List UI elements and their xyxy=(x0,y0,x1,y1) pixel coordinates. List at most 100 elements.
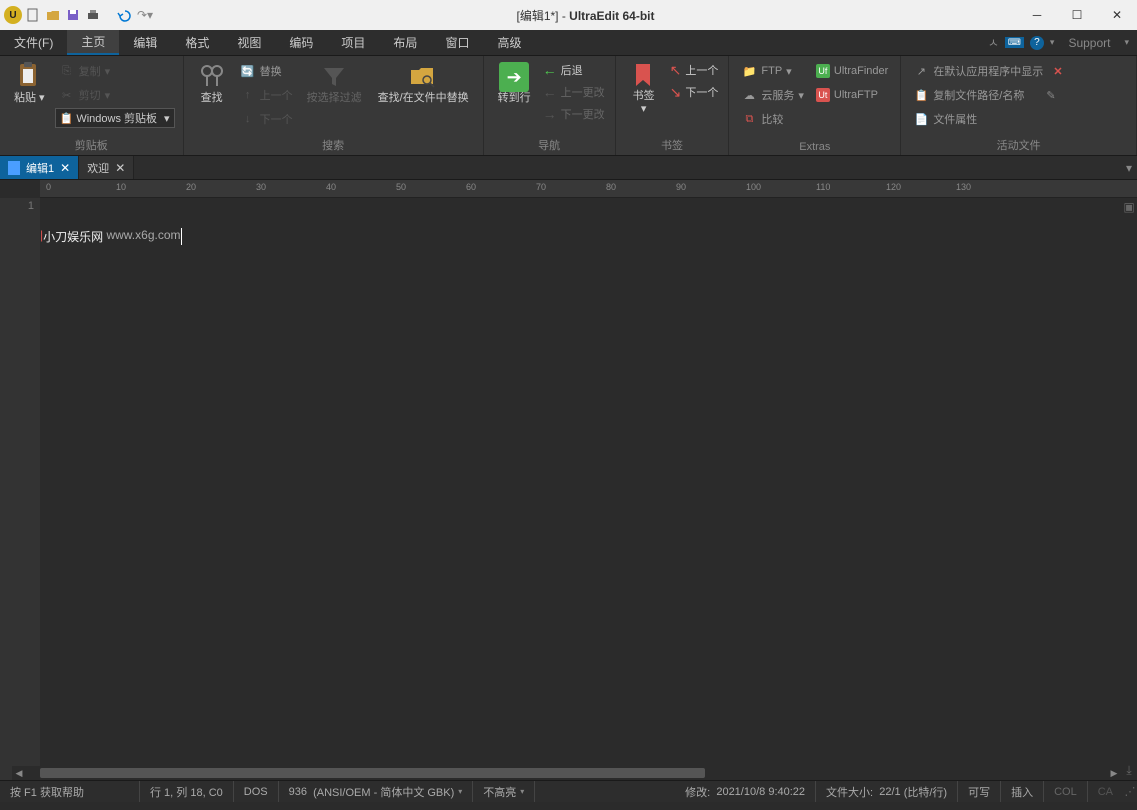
ruler-tick: 120 xyxy=(886,182,901,192)
scroll-thumb[interactable] xyxy=(40,768,705,778)
status-col-mode[interactable]: COL xyxy=(1044,781,1088,802)
ruler-tick: 70 xyxy=(536,182,546,192)
print-icon[interactable] xyxy=(84,6,102,24)
status-readwrite[interactable]: 可写 xyxy=(958,781,1001,802)
copy-button[interactable]: ⎘复制 ▾ xyxy=(55,60,175,82)
open-file-icon[interactable] xyxy=(44,6,62,24)
ruler-tick: 40 xyxy=(326,182,336,192)
ruler-tick: 20 xyxy=(186,182,196,192)
file-icon xyxy=(8,161,20,175)
new-file-icon[interactable] xyxy=(24,6,42,24)
save-icon[interactable] xyxy=(64,6,82,24)
ruler-tick: 110 xyxy=(816,182,830,192)
editor-area: 1 |小刀娱乐网 www.x6g.com ▣ ⤓ ◀ ▶ xyxy=(0,198,1137,780)
find-in-files-button[interactable]: 查找/在文件中替换 xyxy=(372,60,475,107)
menu-format[interactable]: 格式 xyxy=(171,30,223,55)
horizontal-scrollbar[interactable]: ◀ ▶ xyxy=(12,766,1121,780)
close-button[interactable]: ✕ xyxy=(1097,0,1137,30)
bookmark-next-button[interactable]: ↘下一个 xyxy=(668,82,721,102)
rename-icon[interactable]: ✎ xyxy=(1046,89,1055,102)
menu-project[interactable]: 项目 xyxy=(327,30,379,55)
paste-button[interactable]: 粘贴 ▾ xyxy=(8,60,51,107)
file-tab-edit1[interactable]: 编辑1 ✕ xyxy=(0,156,79,179)
ruler-tick: 50 xyxy=(396,182,406,192)
help-icon[interactable]: ? xyxy=(1030,36,1044,50)
ribbon-label-search: 搜索 xyxy=(192,135,475,155)
tab-close-icon[interactable]: ✕ xyxy=(60,161,70,175)
undo-icon[interactable] xyxy=(116,6,134,24)
search-prev-button[interactable]: ↑上一个 xyxy=(236,84,297,106)
ribbon-label-extras: Extras xyxy=(737,139,892,155)
menu-home[interactable]: 主页 xyxy=(67,30,119,55)
ruler-tick: 80 xyxy=(606,182,616,192)
find-button[interactable]: 查找 xyxy=(192,60,232,107)
status-filesize: 文件大小: 22/1 (比特/行) xyxy=(816,781,958,802)
goto-arrow-icon: ➔ xyxy=(499,62,529,92)
status-position: 行 1, 列 18, C0 xyxy=(140,781,234,802)
nav-prev-change-button[interactable]: ←上一更改 xyxy=(541,82,607,102)
compare-button[interactable]: ⧉比较 xyxy=(737,108,808,130)
nav-back-button[interactable]: ←后退 xyxy=(541,60,607,80)
menu-encoding[interactable]: 编码 xyxy=(275,30,327,55)
file-props-button[interactable]: 📄文件属性 xyxy=(909,108,1066,130)
copy-path-button[interactable]: 📋复制文件路径/名称 ✎ xyxy=(909,84,1066,106)
status-codepage[interactable]: 936 (ANSI/OEM - 简体中文 GBK)▾ xyxy=(279,781,474,802)
scroll-left-icon[interactable]: ◀ xyxy=(12,766,26,780)
ruler-tick: 60 xyxy=(466,182,476,192)
ultraftp-button[interactable]: UtUltraFTP xyxy=(812,84,892,106)
ribbon-group-clipboard: 粘贴 ▾ ⎘复制 ▾ ✂剪切 ▾ 📋 Windows 剪贴板▾ 剪贴板 xyxy=(0,56,184,155)
menu-edit[interactable]: 编辑 xyxy=(119,30,171,55)
line-gutter: 1 xyxy=(0,198,40,780)
close-x-icon[interactable]: ✕ xyxy=(1053,65,1062,78)
menu-window[interactable]: 窗口 xyxy=(431,30,483,55)
menu-advanced[interactable]: 高级 xyxy=(483,30,535,55)
ruler-tick: 130 xyxy=(956,182,971,192)
window-title: [编辑1*] - UltraEdit 64-bit xyxy=(154,7,1017,24)
ribbon-collapse-icon[interactable]: ㅅ xyxy=(988,34,999,51)
search-next-button[interactable]: ↓下一个 xyxy=(236,108,297,130)
maximize-button[interactable]: ☐ xyxy=(1057,0,1097,30)
bookmark-button[interactable]: 书签▾ xyxy=(624,60,664,118)
status-modified: 修改: 2021/10/8 9:40:22 xyxy=(675,781,816,802)
lock-icon[interactable]: ⤓ xyxy=(1126,763,1131,778)
ribbon-group-nav: ➔ 转到行 ←后退 ←上一更改 →下一更改 导航 xyxy=(484,56,616,155)
ftp-button[interactable]: 📁FTP ▾ xyxy=(737,60,808,82)
filter-button[interactable]: 按选择过滤 xyxy=(301,60,368,107)
cloud-button[interactable]: ☁云服务 ▾ xyxy=(737,84,808,106)
fold-icon[interactable]: ▣ xyxy=(1123,200,1134,214)
ribbon-group-search: 查找 🔄替换 ↑上一个 ↓下一个 按选择过滤 查找/在文件中替换 搜索 xyxy=(184,56,484,155)
status-insert[interactable]: 插入 xyxy=(1001,781,1044,802)
menu-file[interactable]: 文件(F) xyxy=(0,30,67,55)
file-tab-welcome[interactable]: 欢迎 ✕ xyxy=(79,156,134,179)
cut-button[interactable]: ✂剪切 ▾ xyxy=(55,84,175,106)
nav-next-change-button[interactable]: →下一更改 xyxy=(541,104,607,124)
ribbon-label-activefile: 活动文件 xyxy=(909,135,1128,155)
support-link[interactable]: Support xyxy=(1060,36,1118,50)
ruler-tick: 0 xyxy=(46,182,51,192)
status-help: 按 F1 获取帮助 xyxy=(0,781,140,802)
redo-icon[interactable]: ↷▾ xyxy=(136,6,154,24)
clipboard-select[interactable]: 📋 Windows 剪贴板▾ xyxy=(55,108,175,128)
goto-button[interactable]: ➔ 转到行 xyxy=(492,60,537,107)
ruler: 0102030405060708090100110120130 xyxy=(40,180,1137,198)
editor-content[interactable]: |小刀娱乐网 www.x6g.com xyxy=(40,198,1121,780)
open-default-button[interactable]: ↗在默认应用程序中显示 ✕ xyxy=(909,60,1066,82)
file-tabs: 编辑1 ✕ 欢迎 ✕ ▾ xyxy=(0,156,1137,180)
menu-bar: 文件(F) 主页 编辑 格式 视图 编码 项目 布局 窗口 高级 ㅅ ⌨ ? ▾… xyxy=(0,30,1137,56)
status-highlight[interactable]: 不高亮▾ xyxy=(473,781,535,802)
replace-button[interactable]: 🔄替换 xyxy=(236,60,297,82)
resize-grip-icon[interactable]: ⋰ xyxy=(1123,785,1137,798)
ribbon-label-clipboard: 剪贴板 xyxy=(8,135,175,155)
ribbon-group-activefile: ↗在默认应用程序中显示 ✕ 📋复制文件路径/名称 ✎ 📄文件属性 活动文件 xyxy=(901,56,1137,155)
tab-close-icon[interactable]: ✕ xyxy=(115,161,125,175)
scroll-right-icon[interactable]: ▶ xyxy=(1107,766,1121,780)
bookmark-prev-button[interactable]: ↖上一个 xyxy=(668,60,721,80)
status-eol[interactable]: DOS xyxy=(234,781,279,802)
tabs-dropdown-icon[interactable]: ▾ xyxy=(1121,156,1137,179)
ultrafinder-button[interactable]: UfUltraFinder xyxy=(812,60,892,82)
vertical-scroll[interactable]: ▣ ⤓ xyxy=(1121,198,1137,780)
menu-layout[interactable]: 布局 xyxy=(379,30,431,55)
menu-view[interactable]: 视图 xyxy=(223,30,275,55)
minimize-button[interactable]: ─ xyxy=(1017,0,1057,30)
keyboard-icon[interactable]: ⌨ xyxy=(1005,37,1024,48)
